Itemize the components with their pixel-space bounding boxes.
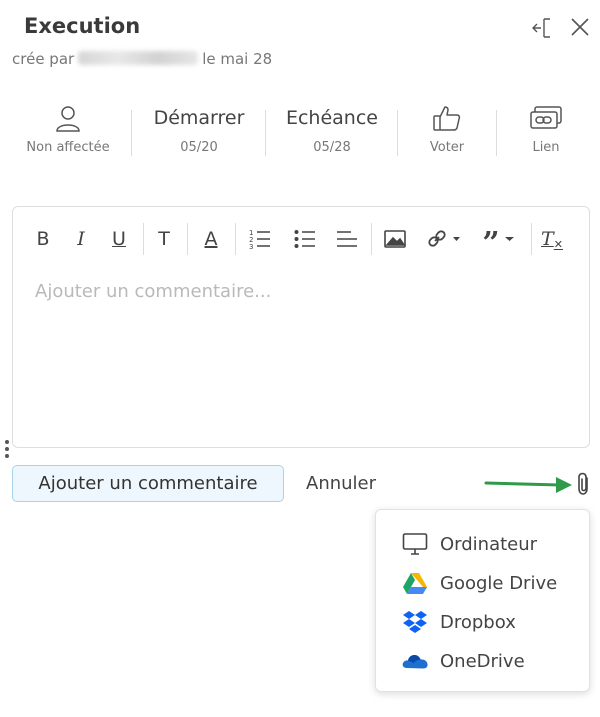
user-icon <box>20 100 116 136</box>
vote-button[interactable]: Voter <box>408 100 486 155</box>
divider <box>265 110 266 156</box>
assignee-button[interactable]: Non affectée <box>20 100 116 155</box>
start-date-value: 05/20 <box>180 140 218 155</box>
clear-format-x-icon: ✕ <box>553 237 563 251</box>
monitor-icon <box>400 531 430 557</box>
dropbox-icon <box>400 609 430 635</box>
link-card-icon <box>506 100 586 136</box>
page-title: Execution <box>24 14 141 38</box>
due-date-button[interactable]: Echéance 05/28 <box>276 100 388 155</box>
cancel-button[interactable]: Annuler <box>306 473 376 494</box>
thumbs-up-icon <box>408 100 486 136</box>
menu-item-google-drive[interactable]: Google Drive <box>376 566 589 600</box>
menu-item-label: OneDrive <box>440 650 525 672</box>
close-icon[interactable] <box>569 16 593 40</box>
assignee-label: Non affectée <box>26 140 110 155</box>
link-button[interactable]: Lien <box>506 100 586 155</box>
arrow-pointer-icon <box>484 473 574 495</box>
start-label: Démarrer <box>153 107 245 129</box>
quote-icon[interactable]: ” <box>480 225 518 259</box>
menu-item-label: Ordinateur <box>440 533 538 555</box>
italic-button[interactable]: I <box>71 225 91 253</box>
ordered-list-icon[interactable]: 1 2 3 <box>248 225 272 253</box>
toolbar-divider <box>371 223 372 255</box>
menu-item-onedrive[interactable]: OneDrive <box>376 644 589 678</box>
toolbar-divider <box>143 223 144 255</box>
menu-item-ordinateur[interactable]: Ordinateur <box>376 527 589 561</box>
text-size-button[interactable]: T <box>153 225 175 253</box>
editor-toolbar: B I U T A 1 2 3 ” T ✕ <box>13 207 589 273</box>
quote-glyph: ” <box>482 226 500 261</box>
start-date-button[interactable]: Démarrer 05/20 <box>142 100 256 155</box>
created-by-prefix: crée par <box>12 50 75 68</box>
clear-format-glyph: T <box>541 228 554 250</box>
comment-input[interactable]: Ajouter un commentaire... <box>35 281 271 302</box>
created-date: le mai 28 <box>202 50 273 68</box>
divider <box>131 110 132 156</box>
due-label: Echéance <box>285 107 378 129</box>
google-drive-icon <box>400 570 430 596</box>
created-by-line: crée par le mai 28 <box>12 50 272 68</box>
toolbar-divider <box>235 223 236 255</box>
menu-item-label: Google Drive <box>440 572 558 594</box>
toolbar-divider <box>187 223 188 255</box>
due-date-value: 05/28 <box>313 140 351 155</box>
clear-format-button[interactable]: T ✕ <box>539 225 565 253</box>
align-left-icon[interactable] <box>335 225 359 253</box>
collapse-panel-icon[interactable] <box>530 16 554 40</box>
bullet-list-icon[interactable] <box>293 225 317 253</box>
task-meta-row: Non affectée Démarrer 05/20 Echéance 05/… <box>12 100 588 164</box>
image-icon[interactable] <box>383 225 407 253</box>
divider <box>496 110 497 156</box>
menu-item-dropbox[interactable]: Dropbox <box>376 605 589 639</box>
onedrive-icon <box>400 648 430 674</box>
font-color-button[interactable]: A <box>200 225 222 253</box>
comment-editor: B I U T A 1 2 3 ” T ✕ Ajouter un comment… <box>12 206 590 448</box>
divider <box>397 110 398 156</box>
add-comment-button[interactable]: Ajouter un commentaire <box>12 465 284 502</box>
insert-link-icon[interactable] <box>426 225 464 253</box>
paperclip-icon[interactable] <box>574 471 594 497</box>
svg-text:3: 3 <box>249 243 253 250</box>
bold-button[interactable]: B <box>33 225 53 253</box>
vote-label: Voter <box>429 140 465 155</box>
blurred-author-name <box>78 51 199 65</box>
link-label: Lien <box>532 140 560 155</box>
menu-item-label: Dropbox <box>440 611 516 633</box>
more-options-icon[interactable] <box>4 440 10 464</box>
underline-button[interactable]: U <box>108 225 130 253</box>
attach-source-menu: Ordinateur Google Drive Dropbox OneDrive <box>375 509 590 692</box>
toolbar-divider <box>531 223 532 255</box>
